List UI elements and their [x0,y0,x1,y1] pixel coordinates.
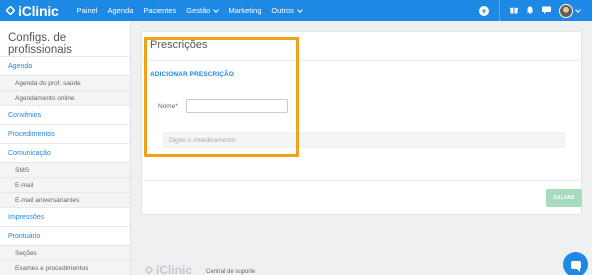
sidebar-item-impressoes[interactable]: Impressões [0,208,130,227]
sidebar-subitem-secoes[interactable]: Seções [0,246,130,261]
footer: iClinic Central de suporte [144,263,255,275]
prescricoes-card: Prescrições ADICIONAR PRESCRIÇÃO Nome* D… [141,31,582,215]
navbar-actions: + [479,0,592,21]
logo-icon [144,265,154,275]
nav-gestao[interactable]: Gestão [186,6,220,15]
sidebar-subitem-sms[interactable]: SMS [0,163,130,178]
medication-input[interactable]: Digite o #medicamento [163,132,565,148]
chat-launcher-button[interactable] [563,252,588,275]
sidebar-subitem-agenda-prof[interactable]: Agenda do prof. saúde [0,76,130,91]
nav-agenda[interactable]: Agenda [107,6,133,15]
footer-brand: iClinic [156,263,193,275]
support-link[interactable]: Central de suporte [206,269,255,275]
medication-placeholder: Digite o #medicamento [169,137,236,144]
main-nav: Painel Agenda Pacientes Gestão Marketing… [77,6,312,15]
sidebar-item-procedimentos[interactable]: Procedimentos [0,125,130,144]
nav-painel[interactable]: Painel [77,6,98,15]
sidebar-item-convenios[interactable]: Convênios [0,106,130,125]
name-input[interactable] [186,99,288,113]
logo-icon [5,5,16,16]
avatar[interactable] [559,3,573,18]
nav-pacientes[interactable]: Pacientes [143,6,176,15]
sidebar-item-comunicacao[interactable]: Comunicação [0,144,130,163]
sidebar-item-prontuario[interactable]: Prontuário [0,227,130,246]
plus-circle-icon[interactable]: + [479,5,489,16]
save-button[interactable]: SALVAR [546,189,582,207]
chat-bubble-icon [570,260,581,272]
sidebar-subitem-agendamento-online[interactable]: Agendamento online [0,91,130,106]
nav-outros[interactable]: Outros [271,6,303,15]
navbar-divider [499,0,500,21]
divider [142,60,581,61]
settings-sidebar: Configs. de profissionais Agenda Agenda … [0,21,131,275]
brand-name: iClinic [18,2,59,19]
nav-marketing[interactable]: Marketing [228,6,261,15]
sidebar-title: Configs. de profissionais [0,21,130,57]
footer-logo: iClinic [144,263,193,275]
sidebar-subitem-email-aniversariantes[interactable]: E-mail aniversariantes [0,193,130,208]
page-title: Prescrições [150,39,208,51]
chat-icon[interactable] [542,6,551,16]
bell-icon[interactable] [526,6,534,16]
add-prescription-link[interactable]: ADICIONAR PRESCRIÇÃO [150,71,234,78]
brand-logo[interactable]: iClinic [5,2,59,19]
chevron-down-icon[interactable] [575,6,581,13]
chevron-down-icon [213,6,220,13]
name-label: Nome* [158,103,178,110]
chevron-down-icon [297,6,303,13]
divider [142,180,581,181]
main-content: Prescrições ADICIONAR PRESCRIÇÃO Nome* D… [131,21,592,275]
top-navbar: iClinic Painel Agenda Pacientes Gestão M… [0,0,592,21]
gift-icon[interactable] [510,6,518,16]
sidebar-item-agenda[interactable]: Agenda [0,57,130,76]
sidebar-subitem-email[interactable]: E-mail [0,178,130,193]
sidebar-subitem-exames[interactable]: Exames e procedimentos [0,261,130,275]
